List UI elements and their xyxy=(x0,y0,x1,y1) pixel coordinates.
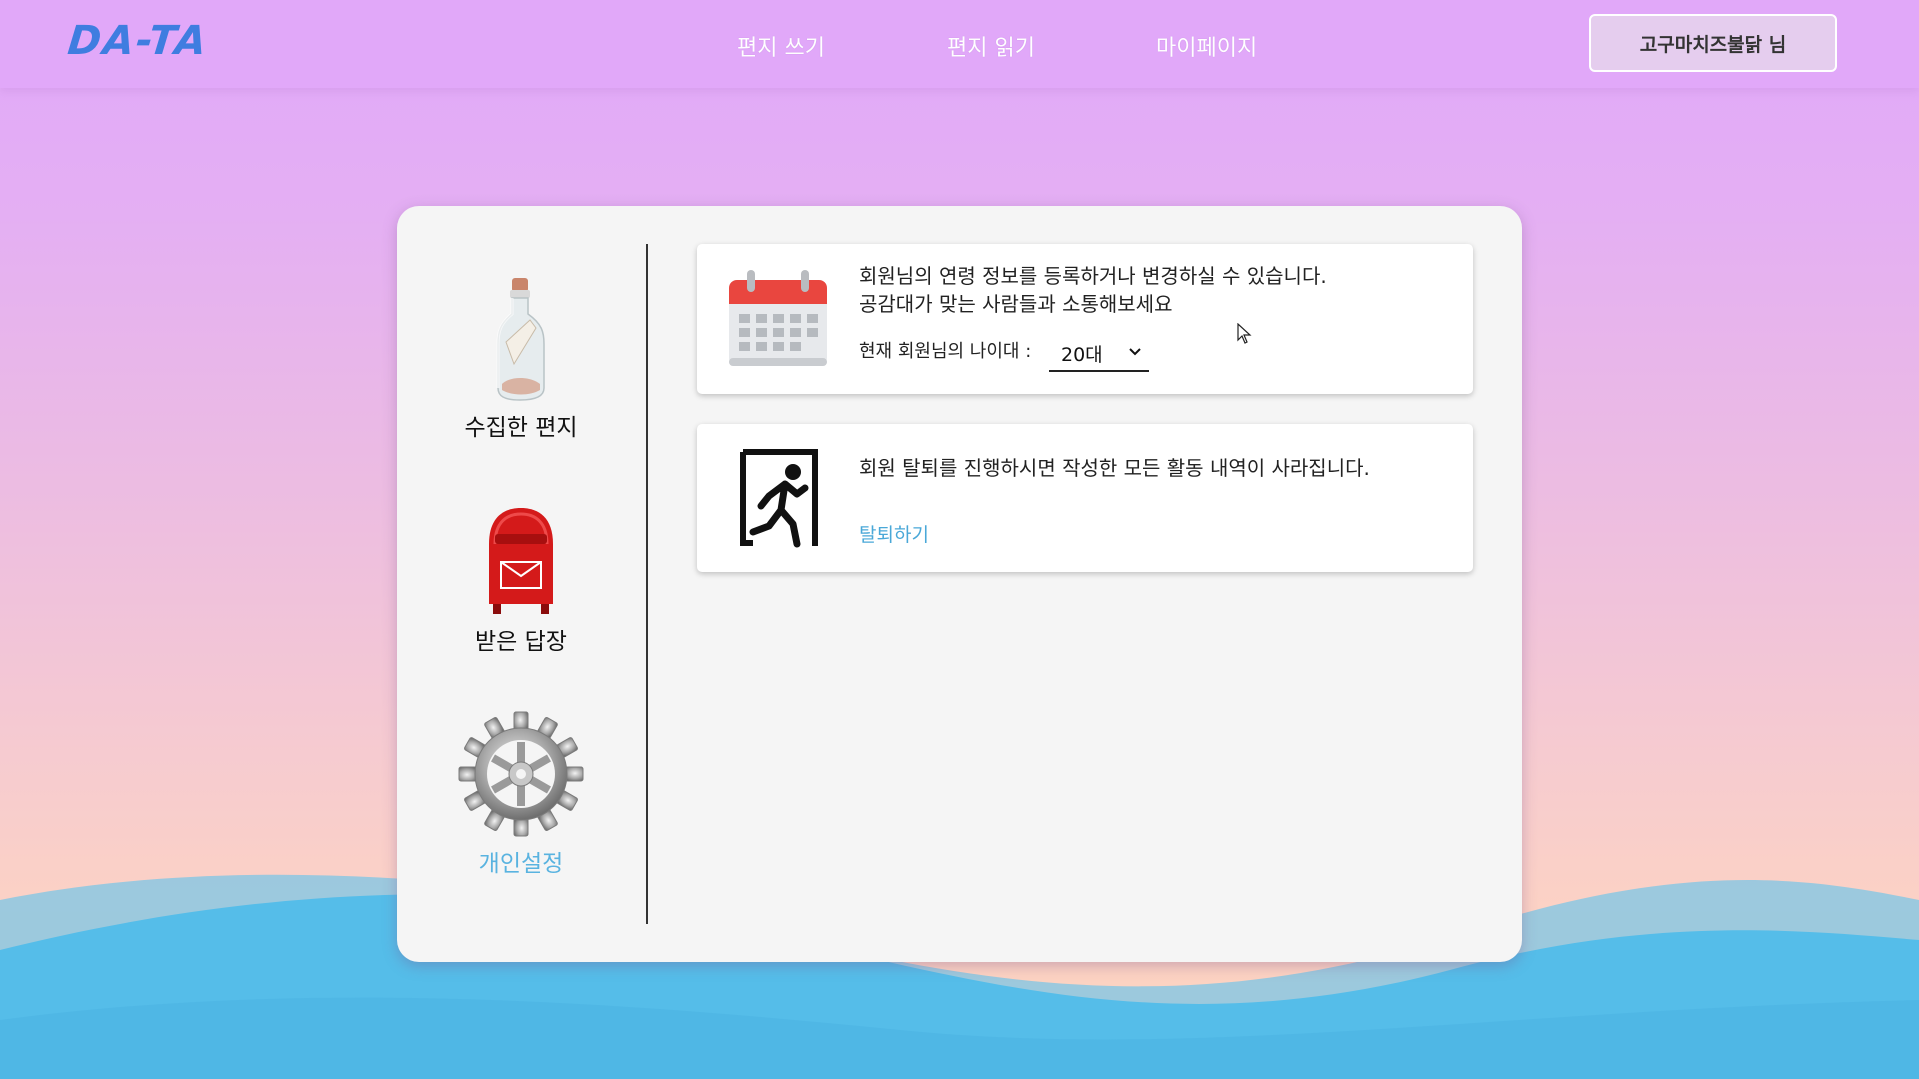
logo[interactable]: DA-TA xyxy=(66,18,211,64)
age-settings-panel: 회원님의 연령 정보를 등록하거나 변경하실 수 있습니다. 공감대가 맞는 사… xyxy=(697,244,1473,394)
withdraw-button[interactable]: 탈퇴하기 xyxy=(859,520,929,547)
age-description-line2: 공감대가 맞는 사람들과 소통해보세요 xyxy=(859,292,1173,316)
mailbox-icon xyxy=(489,508,553,614)
withdraw-warning: 회원 탈퇴를 진행하시면 작성한 모든 활동 내역이 사라집니다. xyxy=(859,456,1370,480)
age-group-select[interactable]: 20대 xyxy=(1049,336,1149,372)
nav-read-letter[interactable]: 편지 읽기 xyxy=(947,30,1035,62)
sidebar-divider xyxy=(646,244,648,924)
age-description: 회원님의 연령 정보를 등록하거나 변경하실 수 있습니다. 공감대가 맞는 사… xyxy=(859,262,1327,318)
top-header: DA-TA 편지 쓰기 편지 읽기 마이페이지 고구마치즈불닭 님 xyxy=(0,0,1919,88)
sidebar-item-label: 받은 답장 xyxy=(475,629,567,655)
age-group-value: 20대 xyxy=(1061,343,1103,366)
nav-write-letter[interactable]: 편지 쓰기 xyxy=(737,30,825,62)
sidebar-item-label: 수집한 편지 xyxy=(464,415,578,441)
user-menu-button[interactable]: 고구마치즈불닭 님 xyxy=(1589,14,1837,72)
nav-mypage[interactable]: 마이페이지 xyxy=(1156,30,1257,62)
age-description-line1: 회원님의 연령 정보를 등록하거나 변경하실 수 있습니다. xyxy=(859,264,1327,288)
mouse-cursor-icon xyxy=(1237,323,1252,344)
chevron-down-icon xyxy=(1129,348,1141,356)
calendar-icon xyxy=(729,270,827,366)
sidebar-item-received-replies[interactable]: 받은 답장 xyxy=(397,504,645,656)
sidebar-item-personal-settings[interactable]: 개인설정 xyxy=(397,710,645,878)
exit-icon xyxy=(740,449,818,548)
sidebar-item-collected-letters[interactable]: 수집한 편지 xyxy=(397,272,645,442)
gear-icon xyxy=(458,711,584,837)
withdraw-panel: 회원 탈퇴를 진행하시면 작성한 모든 활동 내역이 사라집니다. 탈퇴하기 xyxy=(697,424,1473,572)
user-name-label: 고구마치즈불닭 님 xyxy=(1639,33,1787,56)
sidebar-item-label: 개인설정 xyxy=(478,851,564,877)
bottle-letter-icon xyxy=(496,278,545,401)
age-select-label: 현재 회원님의 나이대 : xyxy=(859,341,1032,362)
settings-card: 수집한 편지 받은 답장 개인설정 회원님의 연령 정보를 등록하거나 변경하실… xyxy=(397,206,1522,962)
